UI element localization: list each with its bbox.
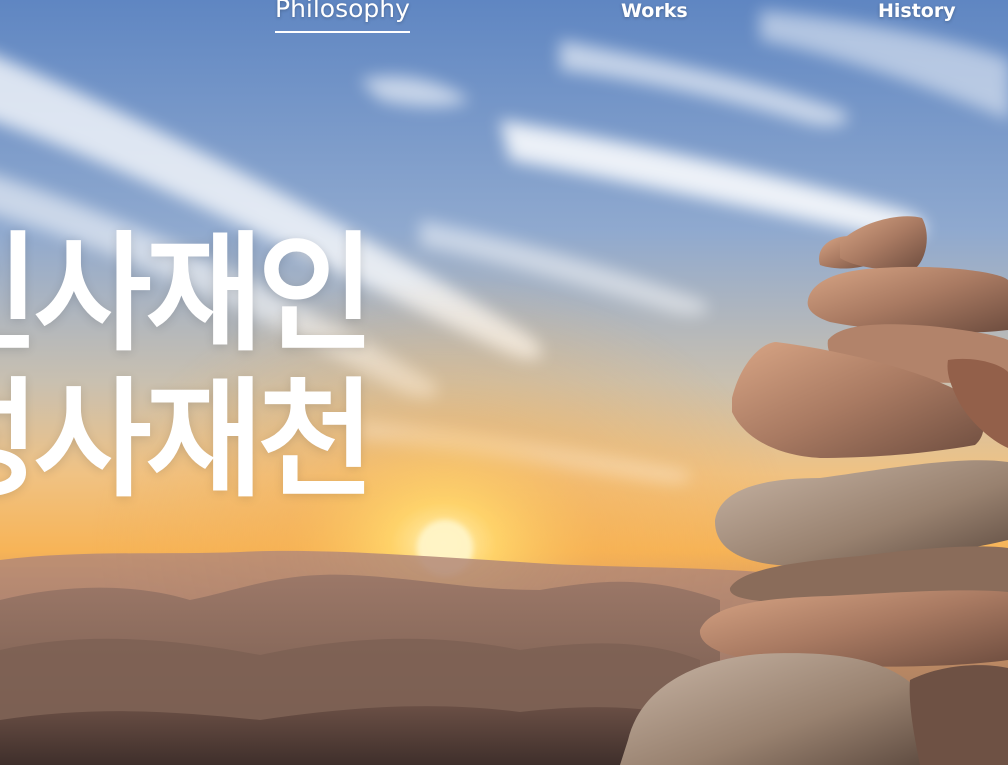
hero-section: Philosophy Works History 인사재인 성사재천 xyxy=(0,0,1008,765)
main-navigation: Philosophy Works History xyxy=(0,0,1008,50)
nav-link-works[interactable]: Works xyxy=(621,0,688,22)
hero-headline: 인사재인 성사재천 xyxy=(0,220,375,515)
nav-link-history[interactable]: History xyxy=(878,0,956,22)
nav-link-philosophy[interactable]: Philosophy xyxy=(275,0,410,33)
hero-headline-line-2: 성사재천 xyxy=(0,366,375,515)
hero-headline-line-1: 인사재인 xyxy=(0,220,375,369)
